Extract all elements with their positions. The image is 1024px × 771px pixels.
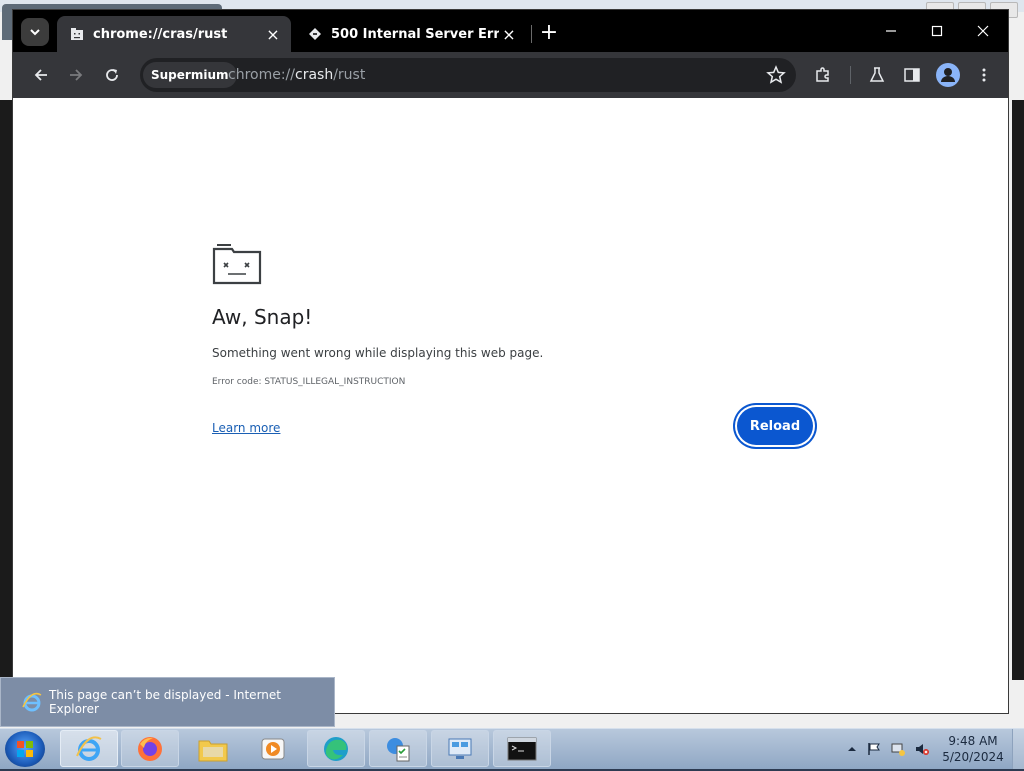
taskbar-windows-update[interactable] [369, 730, 427, 767]
browser-toolbar: Supermium chrome://crash/rust [13, 52, 1008, 98]
maximize-button[interactable] [914, 16, 960, 46]
show-hidden-icons-icon[interactable] [845, 742, 859, 756]
bookmark-star-icon[interactable] [766, 65, 786, 85]
popup-title: This page can’t be displayed - Internet … [48, 688, 281, 716]
error-favicon-icon [307, 26, 323, 42]
browser-window: chrome://cras/rust × 500 Internal Server… [12, 9, 1009, 714]
terminal-icon [507, 737, 537, 760]
show-desktop-button[interactable] [1012, 729, 1024, 769]
background-window-left-edge [0, 100, 12, 680]
menu-button[interactable] [968, 59, 1000, 91]
edge-icon [324, 736, 348, 761]
volume-muted-icon[interactable] [915, 742, 929, 756]
background-window-right-edge [1012, 100, 1024, 680]
minimize-button[interactable] [868, 16, 914, 46]
tab-strip: chrome://cras/rust × 500 Internal Server… [13, 10, 1008, 52]
folder-icon [198, 740, 228, 761]
url-path: /rust [333, 67, 366, 83]
control-panel-icon [448, 738, 472, 759]
reload-toolbar-button[interactable] [96, 59, 128, 91]
taskbar-preview-popup[interactable]: This page can’t be displayed - Internet … [0, 677, 335, 727]
learn-more-link[interactable]: Learn more [212, 421, 280, 435]
arrow-right-icon [70, 69, 83, 81]
sad-tab-icon [69, 26, 85, 42]
tab-inactive[interactable]: 500 Internal Server Error × [295, 16, 527, 52]
maximize-icon [931, 25, 943, 37]
arrow-left-icon [34, 69, 47, 81]
windows-logo-icon [17, 741, 33, 757]
url-host: crash [295, 67, 334, 83]
profile-avatar[interactable] [936, 63, 960, 87]
start-button[interactable] [5, 731, 45, 767]
taskbar-file-explorer[interactable] [184, 730, 242, 767]
internet-explorer-icon [76, 735, 102, 761]
system-clock[interactable]: 9:48 AM 5/20/2024 [938, 733, 1008, 765]
taskbar-edge[interactable] [307, 730, 365, 767]
clock-time: 9:48 AM [948, 734, 998, 748]
action-center-flag-icon[interactable] [867, 742, 881, 756]
tab-search-button[interactable] [21, 18, 49, 46]
url-text[interactable]: chrome://crash/rust [228, 58, 365, 92]
extensions-button[interactable] [807, 59, 839, 91]
site-chip[interactable]: Supermium [143, 62, 237, 88]
forward-button[interactable] [60, 59, 92, 91]
media-player-icon [261, 738, 285, 759]
side-panel-icon [904, 68, 920, 82]
sad-tab-icon [212, 244, 262, 285]
close-window-button[interactable] [960, 16, 1006, 46]
url-scheme: chrome:// [228, 67, 295, 83]
update-checklist-icon [387, 737, 410, 761]
address-bar[interactable]: Supermium chrome://crash/rust [140, 58, 796, 92]
close-icon [977, 25, 989, 37]
firefox-icon [138, 736, 162, 761]
side-panel-button[interactable] [896, 59, 928, 91]
minimize-icon [886, 30, 896, 32]
taskbar-media-player[interactable] [244, 730, 302, 767]
chevron-down-icon [30, 29, 40, 36]
tab-title: chrome://cras/rust [93, 26, 228, 42]
tab-title: 500 Internal Server Error [331, 26, 499, 42]
reload-button[interactable]: Reload [737, 407, 813, 445]
taskbar-firefox[interactable] [121, 730, 179, 767]
taskbar-internet-explorer[interactable] [60, 730, 118, 767]
flask-icon [869, 67, 885, 82]
taskbar-command-prompt[interactable] [493, 730, 551, 767]
clock-date: 5/20/2024 [942, 750, 1004, 764]
person-icon [941, 68, 955, 82]
tab-separator [531, 25, 532, 43]
toolbar-separator [850, 66, 851, 84]
network-warning-icon[interactable] [891, 742, 905, 756]
error-title: Aw, Snap! [212, 305, 313, 329]
error-code: Error code: STATUS_ILLEGAL_INSTRUCTION [212, 377, 406, 387]
puzzle-icon [816, 67, 829, 82]
back-button[interactable] [25, 59, 57, 91]
page-content: Aw, Snap! Something went wrong while dis… [13, 98, 1008, 713]
internet-explorer-icon [22, 692, 42, 712]
tab-active[interactable]: chrome://cras/rust × [57, 16, 291, 52]
taskbar: 9:48 AM 5/20/2024 [0, 728, 1024, 769]
taskbar-control-panel[interactable] [431, 730, 489, 767]
tab-close-button[interactable]: × [499, 24, 519, 44]
tab-close-button[interactable]: × [263, 24, 283, 44]
new-tab-button[interactable]: + [537, 20, 561, 45]
refresh-icon [106, 69, 118, 81]
error-message: Something went wrong while displaying th… [212, 346, 544, 360]
labs-button[interactable] [861, 59, 893, 91]
kebab-menu-icon [982, 68, 986, 82]
